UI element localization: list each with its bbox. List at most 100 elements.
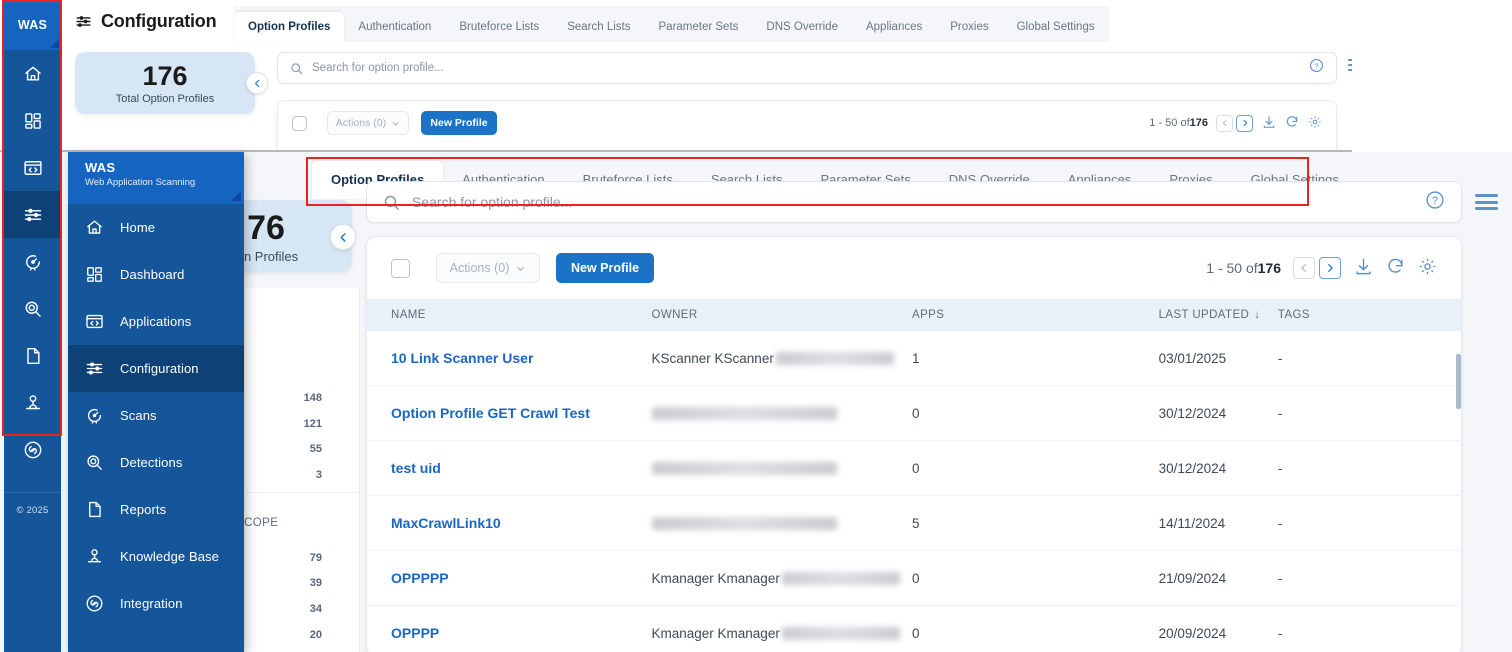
- prev-page-button[interactable]: [1293, 257, 1315, 279]
- expand-corner-icon: [50, 39, 59, 48]
- table-row[interactable]: MaxCrawlLink10514/11/2024-: [367, 496, 1461, 551]
- rail-item-knowledge-base[interactable]: [4, 379, 61, 426]
- tab-global-settings[interactable]: Global Settings: [1003, 12, 1109, 42]
- tab-authentication[interactable]: Authentication: [344, 12, 445, 42]
- flyout-item-configuration[interactable]: Configuration: [68, 345, 244, 392]
- rail-item-detections[interactable]: [4, 285, 61, 332]
- column-header-last-updated[interactable]: LAST UPDATED↓: [1159, 309, 1278, 321]
- prev-page-button-background[interactable]: [1216, 115, 1233, 132]
- filter-count-6: 39: [282, 577, 322, 589]
- column-header-apps[interactable]: APPS: [912, 309, 1159, 321]
- rail-item-home[interactable]: [4, 50, 61, 97]
- flyout-item-label: Scans: [120, 408, 157, 423]
- tab-bar-background[interactable]: Option ProfilesAuthenticationBruteforce …: [234, 6, 1109, 42]
- detections-icon: [23, 299, 43, 319]
- profile-name-link[interactable]: test uid: [391, 460, 652, 476]
- sliders-icon: [75, 13, 92, 30]
- new-profile-button[interactable]: New Profile: [556, 253, 654, 283]
- tags-cell: -: [1278, 461, 1437, 476]
- flyout-item-label: Detections: [120, 455, 182, 470]
- filter-count-5: 79: [282, 552, 322, 564]
- profile-name-link[interactable]: OPPPPP: [391, 570, 652, 586]
- tab-parameter-sets[interactable]: Parameter Sets: [645, 12, 753, 42]
- table-row[interactable]: Option Profile GET Crawl Test030/12/2024…: [367, 386, 1461, 441]
- tab-dns-override[interactable]: DNS Override: [752, 12, 852, 42]
- flyout-item-knowledge-base[interactable]: Knowledge Base: [68, 533, 244, 580]
- gear-icon[interactable]: [1418, 257, 1437, 279]
- page-header-bg: Configuration: [75, 0, 216, 42]
- help-icon[interactable]: ?: [1425, 190, 1445, 215]
- rail-item-reports[interactable]: [4, 332, 61, 379]
- tab-proxies[interactable]: Proxies: [936, 12, 1002, 42]
- flyout-item-dashboard[interactable]: Dashboard: [68, 251, 244, 298]
- profile-name-link[interactable]: MaxCrawlLink10: [391, 515, 652, 531]
- table-row[interactable]: OPPPPPKmanager Kmanager021/09/2024-: [367, 551, 1461, 606]
- apps-cell: 0: [912, 406, 1159, 421]
- column-header-owner[interactable]: OWNER: [652, 309, 913, 321]
- brand-badge[interactable]: WAS: [4, 0, 61, 50]
- kpi-card-total-option-profiles: 176 Total Option Profiles: [75, 52, 255, 114]
- profile-name-link[interactable]: OPPPP: [391, 625, 652, 641]
- tab-search-lists[interactable]: Search Lists: [553, 12, 644, 42]
- table-row[interactable]: 10 Link Scanner UserKScanner KScanner103…: [367, 331, 1461, 386]
- select-all-checkbox[interactable]: [391, 259, 410, 278]
- owner-cell: Kmanager Kmanager: [652, 571, 913, 586]
- refresh-icon[interactable]: [1386, 257, 1405, 279]
- profile-name-link[interactable]: 10 Link Scanner User: [391, 350, 652, 366]
- collapse-panel-button[interactable]: [330, 224, 356, 250]
- table-scrollbar-thumb[interactable]: [1456, 354, 1461, 409]
- download-icon-background[interactable]: [1262, 115, 1276, 132]
- search-bar-background[interactable]: Search for option profile... ?: [277, 52, 1337, 84]
- chevron-down-icon: [391, 119, 400, 128]
- redacted-owner: [776, 352, 894, 365]
- copyright-label: © 2025: [4, 505, 61, 516]
- rail-item-scans[interactable]: [4, 238, 61, 285]
- search-bar[interactable]: Search for option profile... ?: [366, 181, 1462, 223]
- flyout-item-reports[interactable]: Reports: [68, 486, 244, 533]
- refresh-icon-background[interactable]: [1285, 115, 1299, 132]
- next-page-button-background[interactable]: [1236, 115, 1253, 132]
- flyout-item-home[interactable]: Home: [68, 204, 244, 251]
- rail-item-dashboard[interactable]: [4, 97, 61, 144]
- hamburger-icon[interactable]: [1475, 194, 1498, 210]
- collapse-panel-button-background[interactable]: [246, 72, 268, 94]
- column-header-tags[interactable]: TAGS: [1278, 309, 1437, 321]
- select-all-checkbox-background[interactable]: [292, 116, 307, 131]
- rail-item-configuration[interactable]: [4, 191, 61, 238]
- download-icon[interactable]: [1354, 257, 1373, 279]
- actions-dropdown-background[interactable]: Actions (0): [327, 111, 409, 135]
- column-header-name[interactable]: NAME: [391, 309, 652, 321]
- gear-icon-background[interactable]: [1308, 115, 1322, 132]
- table-row[interactable]: OPPPPKmanager Kmanager020/09/2024-: [367, 606, 1461, 652]
- search-input[interactable]: Search for option profile...: [412, 194, 572, 210]
- nav-flyout-menu: WAS Web Application Scanning HomeDashboa…: [68, 152, 244, 652]
- table-row[interactable]: test uid030/12/2024-: [367, 441, 1461, 496]
- rail-item-applications[interactable]: [4, 144, 61, 191]
- new-profile-button-background[interactable]: New Profile: [421, 111, 497, 135]
- owner-cell: [652, 406, 913, 421]
- svg-text:?: ?: [1314, 61, 1318, 70]
- flyout-item-integration[interactable]: Integration: [68, 580, 244, 627]
- owner-cell: KScanner KScanner: [652, 351, 913, 366]
- next-page-button[interactable]: [1319, 257, 1341, 279]
- kpi-label: Total Option Profiles: [116, 93, 214, 105]
- actions-dropdown[interactable]: Actions (0): [436, 253, 540, 283]
- flyout-item-applications[interactable]: Applications: [68, 298, 244, 345]
- tags-cell: -: [1278, 626, 1437, 641]
- tab-appliances[interactable]: Appliances: [852, 12, 936, 42]
- detections-icon: [85, 453, 109, 472]
- last-updated-cell: 30/12/2024: [1159, 461, 1278, 476]
- hamburger-icon-background[interactable]: [1348, 59, 1352, 71]
- flyout-header[interactable]: WAS Web Application Scanning: [68, 152, 244, 204]
- tab-option-profiles[interactable]: Option Profiles: [234, 12, 344, 42]
- dashboard-icon: [85, 265, 109, 284]
- flyout-item-detections[interactable]: Detections: [68, 439, 244, 486]
- redacted-owner: [652, 517, 837, 530]
- kpi-value: 76: [247, 209, 285, 248]
- help-icon[interactable]: ?: [1309, 58, 1324, 78]
- tab-bruteforce-lists[interactable]: Bruteforce Lists: [445, 12, 553, 42]
- flyout-item-scans[interactable]: Scans: [68, 392, 244, 439]
- profile-name-link[interactable]: Option Profile GET Crawl Test: [391, 405, 652, 421]
- rail-item-integration[interactable]: [4, 426, 61, 473]
- collapse-corner-icon[interactable]: [231, 191, 241, 201]
